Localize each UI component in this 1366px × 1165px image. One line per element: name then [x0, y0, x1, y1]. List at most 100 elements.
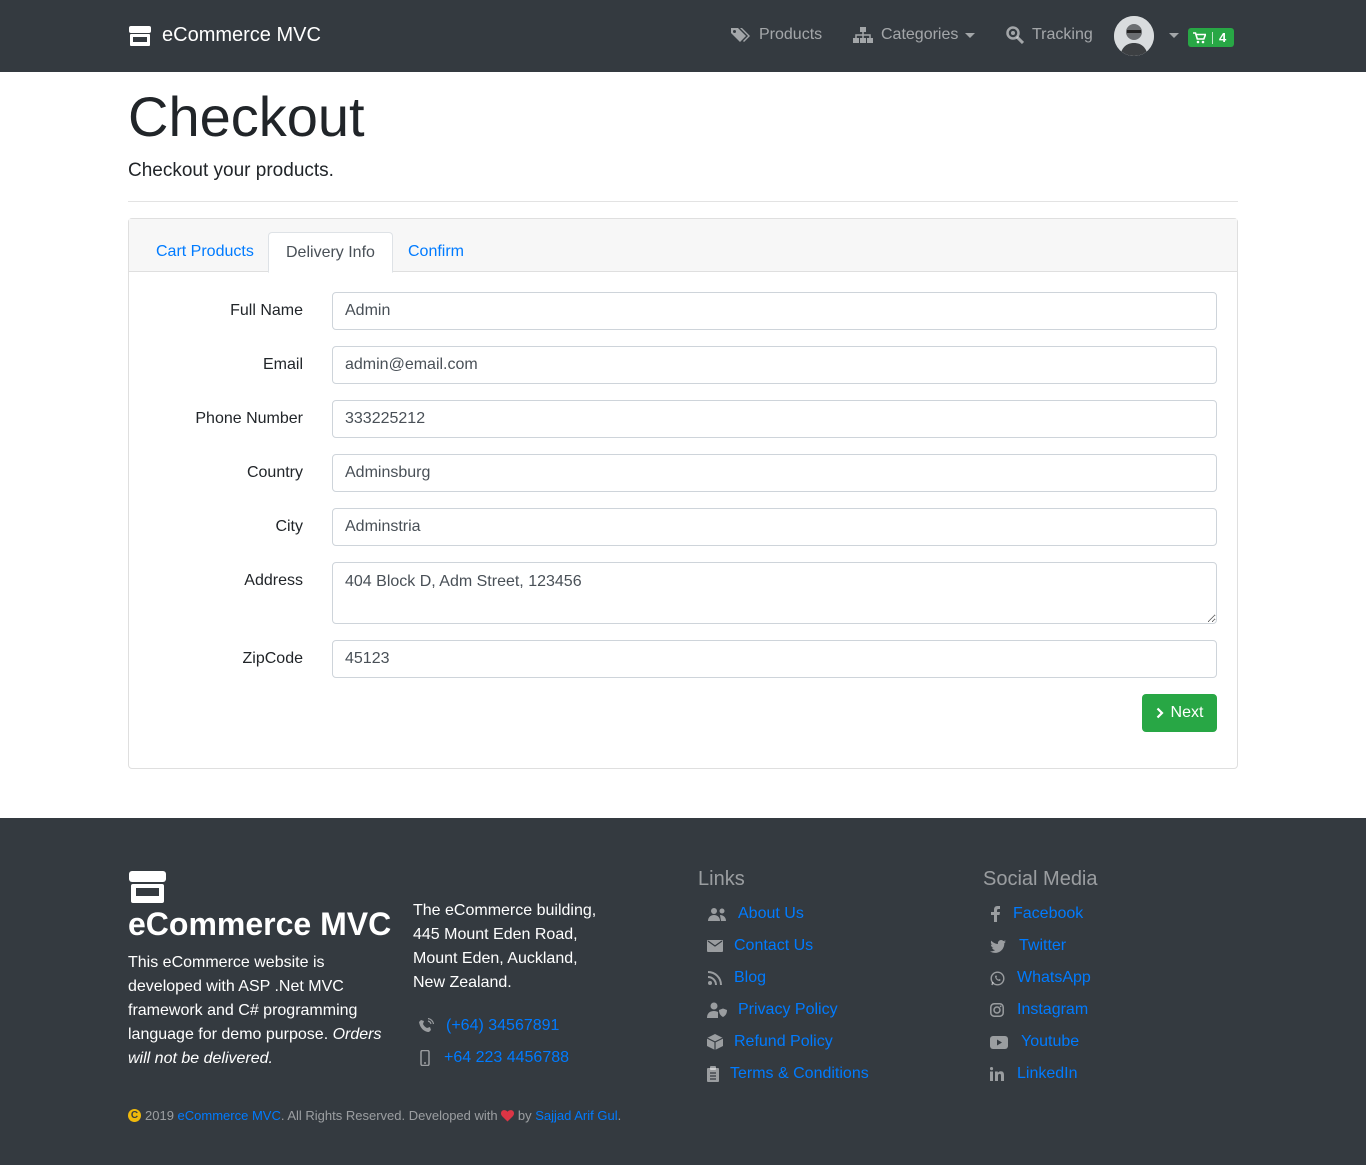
full-name-input[interactable]: [332, 292, 1217, 330]
footer: eCommerce MVC This eCommerce website is …: [0, 818, 1366, 1165]
twitter-icon: [986, 939, 1010, 953]
city-input[interactable]: [332, 508, 1217, 546]
user-avatar[interactable]: [1114, 16, 1154, 56]
social-whatsapp[interactable]: WhatsApp: [986, 969, 1091, 987]
copyright-author-link[interactable]: Sajjad Arif Gul: [535, 1108, 617, 1123]
tab-cart-products[interactable]: Cart Products: [139, 232, 271, 272]
footer-link-about[interactable]: About Us: [705, 905, 804, 923]
footer-link-refund-label: Refund Policy: [734, 1033, 833, 1050]
social-instagram-label: Instagram: [1017, 1001, 1089, 1018]
social-linkedin[interactable]: LinkedIn: [986, 1065, 1078, 1083]
country-input[interactable]: [332, 454, 1217, 492]
next-button-label: Next: [1170, 704, 1204, 721]
youtube-icon: [986, 1035, 1012, 1049]
nav-products[interactable]: Products: [730, 26, 822, 44]
nav-categories[interactable]: Categories: [853, 26, 976, 44]
footer-link-refund[interactable]: Refund Policy: [705, 1033, 833, 1051]
footer-link-contact[interactable]: Contact Us: [705, 937, 813, 955]
address-textarea[interactable]: 404 Block D, Adm Street, 123456: [332, 562, 1217, 624]
nav-tracking[interactable]: Tracking: [1006, 26, 1093, 44]
email-input[interactable]: [332, 346, 1217, 384]
address-label: Address: [244, 572, 303, 589]
avatar-image: [1114, 16, 1154, 56]
checkout-card: Cart Products Delivery Info Confirm Full…: [128, 218, 1238, 769]
brand-link[interactable]: eCommerce MVC: [128, 24, 321, 47]
heart-icon: [501, 1109, 515, 1121]
country-label: Country: [246, 464, 303, 481]
copyright: C 2019 eCommerce MVC. All Rights Reserve…: [128, 1108, 621, 1123]
footer-mobile: +64 223 4456788: [444, 1049, 570, 1066]
footer-link-blog[interactable]: Blog: [705, 969, 766, 987]
social-facebook-label: Facebook: [1013, 905, 1084, 922]
footer-link-privacy[interactable]: Privacy Policy: [705, 1001, 838, 1019]
cart-separator: [1212, 31, 1213, 44]
social-youtube[interactable]: Youtube: [986, 1033, 1079, 1051]
social-twitter-label: Twitter: [1019, 937, 1067, 954]
social-instagram[interactable]: Instagram: [986, 1001, 1088, 1019]
store-icon: [129, 871, 166, 903]
whatsapp-icon: [986, 970, 1008, 986]
social-youtube-label: Youtube: [1021, 1033, 1080, 1050]
social-whatsapp-label: WhatsApp: [1017, 969, 1091, 986]
phone-input[interactable]: [332, 400, 1217, 438]
links-heading: Links: [698, 868, 745, 890]
copyright-icon: C: [128, 1109, 141, 1122]
footer-link-terms[interactable]: Terms & Conditions: [705, 1065, 869, 1083]
footer-link-blog-label: Blog: [734, 969, 767, 986]
next-button[interactable]: Next: [1142, 694, 1217, 732]
city-label: City: [275, 518, 303, 535]
phone-label: Phone Number: [195, 410, 303, 427]
linkedin-icon: [986, 1067, 1008, 1081]
nav-categories-label: Categories: [881, 26, 959, 43]
chevron-down-icon: [965, 32, 976, 38]
copyright-brand-link[interactable]: eCommerce MVC: [178, 1108, 281, 1123]
mobile-icon: [420, 1050, 430, 1066]
email-label: Email: [262, 356, 303, 373]
footer-link-terms-label: Terms & Conditions: [730, 1065, 869, 1082]
rss-icon: [705, 971, 725, 985]
footer-phone: (+64) 34567891: [446, 1017, 560, 1034]
footer-phone-link[interactable]: (+64) 34567891: [418, 1017, 559, 1035]
tab-delivery-info[interactable]: Delivery Info: [268, 232, 393, 273]
page-title: Checkout: [128, 85, 365, 148]
envelope-icon: [705, 940, 725, 952]
footer-desc-text: This eCommerce website is developed with…: [128, 954, 358, 1043]
sitemap-icon: [853, 27, 873, 43]
page-subtitle: Checkout your products.: [128, 160, 334, 181]
copyright-year: 2019: [145, 1108, 174, 1123]
tab-confirm[interactable]: Confirm: [391, 232, 481, 272]
divider: [128, 201, 1238, 202]
user-menu-chevron-icon[interactable]: [1169, 33, 1179, 38]
footer-mobile-link[interactable]: +64 223 4456788: [418, 1049, 569, 1067]
social-twitter[interactable]: Twitter: [986, 937, 1066, 955]
copyright-end: .: [617, 1108, 622, 1123]
facebook-icon: [986, 906, 1004, 922]
social-heading: Social Media: [983, 868, 1098, 890]
user-shield-icon: [705, 1002, 729, 1018]
cart-button[interactable]: 4: [1188, 28, 1234, 47]
zip-input[interactable]: [332, 640, 1217, 678]
zip-label: ZipCode: [242, 650, 303, 667]
full-name-label: Full Name: [230, 302, 303, 319]
navbar: eCommerce MVC Products Categories Tracki…: [0, 0, 1366, 72]
footer-link-about-label: About Us: [738, 905, 804, 922]
footer-description: This eCommerce website is developed with…: [128, 951, 388, 1071]
checkout-tabs: Cart Products Delivery Info Confirm: [129, 219, 1237, 273]
shopping-cart-icon: [1193, 31, 1206, 43]
social-facebook[interactable]: Facebook: [986, 905, 1083, 923]
footer-link-contact-label: Contact Us: [734, 937, 814, 954]
footer-address: The eCommerce building, 445 Mount Eden R…: [413, 902, 597, 991]
chevron-right-icon: [1156, 707, 1164, 719]
store-icon: [129, 25, 151, 46]
phone-volume-icon: [419, 1018, 434, 1032]
social-linkedin-label: LinkedIn: [1017, 1065, 1078, 1082]
footer-link-privacy-label: Privacy Policy: [738, 1001, 838, 1018]
tags-icon: [731, 28, 750, 42]
copyright-text: . All Rights Reserved. Developed with: [280, 1108, 498, 1123]
cart-count: 4: [1219, 30, 1227, 45]
brand-name: eCommerce MVC: [162, 24, 321, 46]
nav-products-label: Products: [759, 26, 823, 43]
copyright-by: by: [517, 1108, 532, 1123]
search-location-icon: [1006, 26, 1024, 44]
users-icon: [705, 907, 729, 921]
